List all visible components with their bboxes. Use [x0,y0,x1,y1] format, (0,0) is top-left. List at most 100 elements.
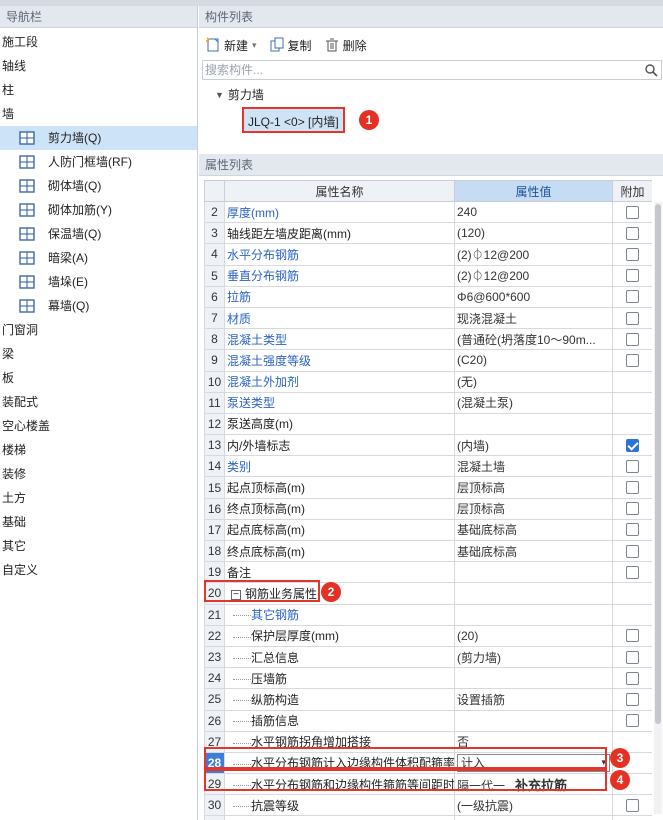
property-value-cell[interactable] [454,561,613,584]
property-row[interactable]: 16 终点顶标高(m) 层顶标高 [204,497,652,520]
property-value-cell[interactable]: (无) [454,370,613,393]
new-dropdown-arrow-icon[interactable]: ▾ [252,40,257,51]
property-row[interactable]: 23 汇总信息 (剪力墙) [204,645,652,669]
extra-checkbox[interactable] [626,481,639,495]
nav-item[interactable]: 土方 [0,486,197,510]
property-row[interactable]: 18 终点底标高(m) 基础底标高 [204,539,652,563]
property-value-cell[interactable] [454,709,613,732]
nav-item[interactable]: 装配式 [0,390,197,414]
property-value-cell[interactable]: Φ6@600*600 [454,285,613,308]
property-value-cell[interactable]: 设置插筋 [454,688,613,711]
property-value-cell[interactable]: 基础底标高 [454,539,613,563]
property-value-cell[interactable] [454,603,613,626]
new-button[interactable]: 新建 ▾ [205,37,257,54]
extra-checkbox[interactable] [626,523,639,537]
copy-button[interactable]: 复制 [269,37,312,54]
nav-item[interactable]: 装修 [0,462,197,486]
property-value-cell[interactable] [454,582,613,605]
extra-checkbox[interactable] [626,459,639,473]
nav-item[interactable]: 基础 [0,510,197,534]
property-row[interactable]: 8 混凝土类型 (普通砼(坍落度10～90m... [204,328,652,351]
extra-checkbox[interactable] [626,650,639,664]
property-value-cell[interactable]: 层顶标高 [454,497,613,520]
property-value-cell[interactable]: 240 [454,200,613,224]
nav-sub-item[interactable]: 人防门框墙(RF) [0,150,197,174]
delete-button[interactable]: 删除 [324,37,367,54]
extra-checkbox[interactable] [626,332,639,346]
property-value-cell[interactable]: 层顶标高 [454,476,613,499]
property-row[interactable]: 11 泵送类型 (混凝土泵) [204,391,652,414]
property-row[interactable]: 15 起点顶标高(m) 层顶标高 [204,476,652,499]
search-input[interactable]: 搜索构件... [202,60,662,80]
extra-checkbox[interactable] [626,502,639,516]
extra-checkbox[interactable] [626,247,639,261]
property-value-cell[interactable]: (普通砼(坍落度10～90m... [454,328,613,351]
nav-sub-item[interactable]: 保温墙(Q) [0,222,197,246]
nav-item[interactable]: 门窗洞 [0,318,197,342]
property-value-cell[interactable]: (一级抗震) [454,794,613,817]
nav-sub-item[interactable]: 暗梁(A) [0,246,197,270]
extra-checkbox[interactable] [626,290,639,304]
nav-sub-item[interactable]: 幕墙(Q) [0,294,197,318]
property-row[interactable]: 17 起点底标高(m) 基础底标高 [204,518,652,542]
extra-checkbox[interactable] [626,671,639,685]
extra-checkbox[interactable] [626,353,639,367]
property-row[interactable]: 30 抗震等级 (一级抗震) [204,794,652,817]
property-row[interactable]: 2 厚度(mm) 240 [204,200,652,224]
nav-item[interactable]: 自定义 [0,558,197,582]
property-value-cell[interactable]: (C20) [454,349,613,372]
property-row[interactable]: 21 其它钢筋 [204,603,652,626]
property-row[interactable]: 13 内/外墙标志 (内墙) [204,434,652,457]
property-value-cell[interactable]: 基础底标高 [454,518,613,542]
tree-expand-icon[interactable]: ▼ [215,90,224,100]
extra-checkbox[interactable] [626,692,639,706]
property-value-cell[interactable]: (内墙) [454,434,613,457]
property-value-cell[interactable]: 按默认锚固搭接计算 [454,815,613,820]
property-row[interactable]: 5 垂直分布钢筋 (2)⏀12@200 [204,264,652,287]
extra-checkbox[interactable] [626,565,639,579]
property-value-cell[interactable]: (剪力墙) [454,645,613,669]
property-value-cell[interactable] [454,412,613,436]
extra-checkbox[interactable] [626,438,639,452]
property-value-cell[interactable]: 现浇混凝土 [454,306,613,330]
extra-checkbox[interactable] [626,714,639,728]
nav-sub-item[interactable]: 剪力墙(Q) [0,126,197,150]
property-value-cell[interactable]: (20) [454,624,613,647]
nav-item[interactable]: 板 [0,366,197,390]
property-value-cell[interactable] [454,667,613,690]
property-row[interactable]: 22 保护层厚度(mm) (20) [204,624,652,647]
nav-item[interactable]: 梁 [0,342,197,366]
nav-item[interactable]: 其它 [0,534,197,558]
property-row[interactable]: 26 插筋信息 [204,709,652,732]
property-row[interactable]: 3 轴线距左墙皮距离(mm) (120) [204,222,652,245]
tree-leaf-jlq1[interactable]: JLQ-1 <0> [内墙] [242,107,345,133]
property-row[interactable]: 24 压墙筋 [204,667,652,690]
property-value-cell[interactable]: 混凝土墙 [454,455,613,478]
property-row[interactable]: 9 混凝土强度等级 (C20) [204,349,652,372]
extra-checkbox[interactable] [626,226,639,240]
nav-item[interactable]: 柱 [0,78,197,102]
tree-node-shear-wall[interactable]: ▼ 剪力墙 [215,86,264,103]
nav-sub-item[interactable]: 砌体墙(Q) [0,174,197,198]
property-row[interactable]: 14 类别 混凝土墙 [204,455,652,478]
extra-checkbox[interactable] [626,311,639,325]
property-value-cell[interactable]: (混凝土泵) [454,391,613,414]
nav-item[interactable]: 轴线 [0,54,197,78]
extra-checkbox[interactable] [626,798,639,812]
scroll-thumb[interactable] [655,204,661,724]
nav-item[interactable]: 墙 [0,102,197,126]
nav-item[interactable]: 施工段 [0,30,197,54]
nav-sub-item[interactable]: 墙垛(E) [0,270,197,294]
extra-checkbox[interactable] [626,269,639,283]
nav-item[interactable]: 楼梯 [0,438,197,462]
extra-checkbox[interactable] [626,205,639,219]
property-row[interactable]: 25 纵筋构造 设置插筋 [204,688,652,711]
extra-checkbox[interactable] [626,544,639,558]
property-row[interactable]: 4 水平分布钢筋 (2)⏀12@200 [204,243,652,266]
nav-item[interactable]: 空心楼盖 [0,414,197,438]
property-row[interactable]: 6 拉筋 Φ6@600*600 [204,285,652,308]
search-icon[interactable] [644,63,658,77]
property-value-cell[interactable]: (2)⏀12@200 [454,264,613,287]
extra-checkbox[interactable] [626,629,639,643]
property-row[interactable]: 31锚固搭接按默认锚固搭接计算 [204,815,652,820]
